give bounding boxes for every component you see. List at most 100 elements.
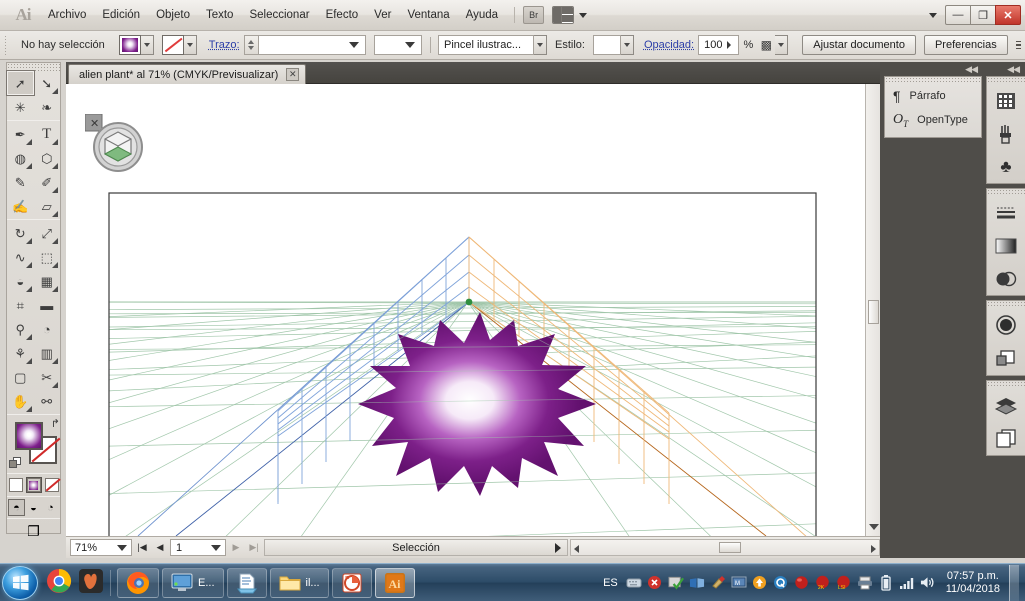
swap-fill-stroke-icon[interactable]: ↱ [51, 417, 60, 430]
last-artboard-button[interactable]: ▶| [246, 539, 262, 556]
menu-texto[interactable]: Texto [198, 6, 242, 24]
style-dropdown[interactable] [620, 35, 634, 55]
tool-mesh[interactable]: ⌗ [7, 293, 34, 317]
toolbox-gripper[interactable] [7, 63, 60, 71]
stroke-weight-link[interactable]: Trazo: [209, 39, 240, 51]
tool-rotate[interactable]: ↻ [7, 221, 34, 245]
tool-pencil[interactable]: ✐ [34, 170, 61, 194]
battery-icon[interactable] [878, 574, 894, 591]
stroke-panel-icon[interactable] [987, 196, 1025, 229]
recolor-artwork-icon[interactable]: ▩ [757, 36, 775, 54]
status-popup[interactable]: Selección [264, 539, 568, 556]
explorer-task[interactable]: E... [162, 567, 224, 598]
gradient-mode-button[interactable] [25, 477, 42, 493]
draw-normal-icon[interactable]: ◓ [8, 499, 25, 516]
error-icon[interactable] [647, 575, 663, 591]
tool-column-graph[interactable]: ▥ [34, 341, 61, 365]
symbols-panel-icon[interactable]: ♣ [987, 150, 1025, 183]
document-tab-close-icon[interactable]: ✕ [286, 68, 300, 81]
menu-ayuda[interactable]: Ayuda [458, 6, 506, 24]
tool-shape-builder[interactable]: ◒ [7, 269, 34, 293]
gradient-panel-icon[interactable] [987, 229, 1025, 262]
draw-behind-icon[interactable]: ◒ [26, 500, 41, 515]
artboards-panel-icon[interactable] [987, 421, 1025, 454]
layers-panel-icon[interactable] [987, 388, 1025, 421]
fill-dropdown[interactable] [140, 35, 154, 55]
tool-free-transform[interactable]: ⬚ [34, 245, 61, 269]
document-task[interactable] [226, 567, 267, 598]
type-panels-gripper[interactable] [885, 77, 981, 84]
tool-eraser[interactable]: ▱ [34, 194, 61, 218]
horizontal-scroll-thumb[interactable] [719, 542, 741, 553]
fill-proxy-swatch[interactable] [15, 422, 43, 450]
collapse-panels-right-icon[interactable]: ◀◀ [983, 64, 1025, 75]
scroll-left-arrow-icon[interactable] [574, 545, 579, 553]
paragraph-panel-row[interactable]: ¶ Párrafo [885, 84, 981, 108]
chrome-icon[interactable] [46, 568, 72, 597]
preferences-button[interactable]: Preferencias [923, 35, 1008, 55]
draw-inside-icon[interactable]: ◔ [43, 500, 58, 515]
document-setup-button[interactable]: Ajustar documento [802, 35, 916, 55]
swatches-panel-icon[interactable] [987, 84, 1025, 117]
opentype-panel-row[interactable]: OT OpenType [885, 108, 981, 132]
menu-objeto[interactable]: Objeto [148, 6, 198, 24]
quicktime-icon[interactable] [773, 575, 789, 591]
fill-swatch[interactable] [118, 35, 141, 55]
tool-direct-selection[interactable]: ➘ [34, 71, 61, 95]
check-icon[interactable] [668, 575, 684, 591]
tool-artboard[interactable]: ▢ [7, 365, 34, 389]
tool-eyedropper[interactable]: ⚲ [7, 317, 34, 341]
powerpoint-task[interactable]: P [331, 567, 372, 598]
red-lsi-icon[interactable]: LSI [836, 575, 852, 591]
volume-icon[interactable] [920, 575, 936, 591]
language-indicator[interactable]: ES [603, 577, 618, 589]
panel-group-4-gripper[interactable] [987, 381, 1025, 388]
scroll-down-arrow-icon[interactable] [869, 524, 879, 530]
red-ball-icon[interactable] [794, 575, 810, 591]
tool-paintbrush[interactable]: ✎ [7, 170, 34, 194]
arrange-documents-icon[interactable] [552, 6, 575, 24]
illustrator-task[interactable]: Ai [374, 567, 415, 598]
brush-definition-combo[interactable]: Pincel ilustrac... [437, 35, 547, 55]
tool-selection[interactable]: ➚ [6, 70, 35, 96]
menu-efecto[interactable]: Efecto [318, 6, 367, 24]
stroke-dropdown[interactable] [183, 35, 197, 55]
stroke-swatch[interactable] [161, 35, 184, 55]
update-icon[interactable] [752, 575, 768, 591]
control-bar-gripper[interactable] [4, 35, 7, 55]
tool-blend[interactable]: ◔ [34, 317, 61, 341]
stroke-weight-stepper[interactable] [243, 35, 258, 55]
artboard-number-field[interactable]: 1 [170, 539, 226, 556]
graphic-styles-panel-icon[interactable] [987, 341, 1025, 374]
red-2k-icon[interactable]: 2K [815, 575, 831, 591]
menu-archivo[interactable]: Archivo [40, 6, 94, 24]
tool-magic-wand[interactable]: ✳ [7, 95, 34, 119]
tool-width[interactable]: ∿ [7, 245, 34, 269]
tool-perspective-grid[interactable]: ▦ [34, 269, 61, 293]
collapse-panels-left-icon[interactable]: ◀◀ [880, 64, 983, 75]
default-fill-stroke-icon[interactable] [9, 457, 22, 470]
folder-task[interactable]: il... [269, 567, 329, 598]
change-screen-mode-icon[interactable]: ❐ [21, 522, 47, 540]
appearance-panel-icon[interactable] [987, 308, 1025, 341]
tool-lasso[interactable]: ❧ [34, 95, 61, 119]
previous-artboard-button[interactable]: ◀ [152, 539, 168, 556]
hangouts-icon[interactable] [78, 568, 104, 597]
recolor-dropdown[interactable] [775, 35, 789, 55]
show-desktop-button[interactable] [1009, 564, 1019, 601]
menu-edicion[interactable]: Edición [94, 6, 148, 24]
printer-icon[interactable] [857, 575, 873, 591]
control-panel-menu-icon[interactable] [1015, 38, 1021, 52]
panel-group-2-gripper[interactable] [987, 189, 1025, 196]
tool-type[interactable]: T [34, 122, 61, 146]
canvas-area[interactable]: ✕ [66, 84, 880, 536]
clean-icon[interactable] [710, 575, 726, 591]
tool-hand[interactable]: ✋ [7, 389, 34, 413]
tool-slice[interactable]: ✂ [34, 365, 61, 389]
next-artboard-button[interactable]: ▶ [228, 539, 244, 556]
first-artboard-button[interactable]: |◀ [134, 539, 150, 556]
tool-scale[interactable]: ⤢ [34, 221, 61, 245]
firefox-task[interactable] [117, 567, 159, 598]
book-icon[interactable] [689, 575, 705, 591]
display-icon[interactable]: M [731, 575, 747, 591]
